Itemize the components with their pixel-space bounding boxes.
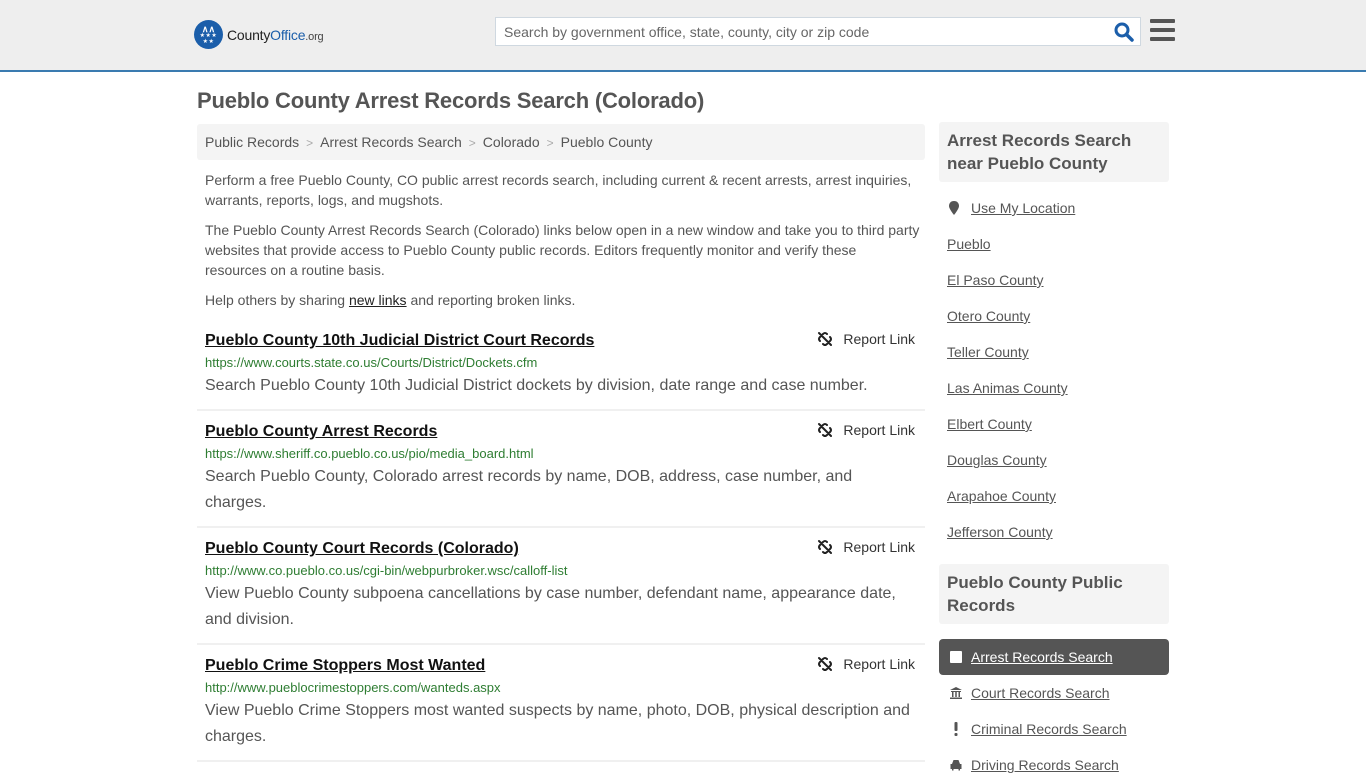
nearby-link-pueblo[interactable]: Pueblo (947, 236, 991, 252)
car-icon (949, 758, 963, 772)
public-records-section: Pueblo County Public Records Arrest Reco… (939, 564, 1169, 783)
nearby-item: El Paso County (947, 262, 1169, 298)
exclamation-icon (949, 721, 963, 737)
intro-text: Perform a free Pueblo County, CO public … (205, 170, 920, 320)
report-link-button[interactable]: Report Link (817, 539, 915, 555)
nearby-link-otero-county[interactable]: Otero County (947, 308, 1030, 324)
public-records-item-driving[interactable]: Driving Records Search (939, 747, 1169, 783)
result-url: http://www.co.pueblo.co.us/cgi-bin/webpu… (205, 563, 568, 578)
page-title: Pueblo County Arrest Records Search (Col… (197, 88, 705, 113)
nearby-link-teller-county[interactable]: Teller County (947, 344, 1029, 360)
breadcrumb-arrest-records-search[interactable]: Arrest Records Search (320, 134, 462, 150)
search-button[interactable] (1114, 22, 1134, 42)
search-icon (1114, 22, 1134, 42)
nearby-item: Las Animas County (947, 370, 1169, 406)
hamburger-menu-button[interactable] (1150, 19, 1175, 42)
result-title-link[interactable]: Pueblo County Court Records (Colorado) (205, 537, 519, 561)
broken-link-icon (818, 332, 833, 346)
nearby-link-douglas-county[interactable]: Douglas County (947, 452, 1047, 468)
breadcrumb: Public Records > Arrest Records Search > Col… (197, 124, 925, 160)
nearby-link-arapahoe-county[interactable]: Arapahoe County (947, 488, 1056, 504)
intro-paragraph: Perform a free Pueblo County, CO public … (205, 172, 912, 208)
result-title-link[interactable]: Pueblo Crime Stoppers Most Wanted (205, 654, 485, 678)
public-records-heading: Pueblo County Public Records (939, 564, 1169, 624)
nearby-item: Teller County (947, 334, 1169, 370)
logo-eagle-icon: ∧∧ ★★★ ★★ (194, 20, 223, 49)
breadcrumb-pueblo-county[interactable]: Pueblo County (561, 134, 653, 150)
menu-bar (1150, 19, 1175, 23)
result-description: View Pueblo Crime Stoppers most wanted s… (205, 702, 910, 745)
breadcrumb-colorado[interactable]: Colorado (483, 134, 540, 150)
sidebar: Arrest Records Search near Pueblo County… (939, 122, 1169, 783)
result-item: Pueblo County Court Records (Colorado) R… (197, 528, 925, 645)
report-link-button[interactable]: Report Link (817, 656, 915, 672)
nearby-item: Jefferson County (947, 514, 1169, 550)
nearby-item: Douglas County (947, 442, 1169, 478)
breadcrumb-public-records[interactable]: Public Records (205, 134, 299, 150)
nearby-item: Elbert County (947, 406, 1169, 442)
result-description: View Pueblo County subpoena cancellation… (205, 585, 896, 628)
result-item: Pueblo Crime Stoppers Most Wanted Report… (197, 645, 925, 762)
result-url: https://www.sheriff.co.pueblo.co.us/pio/… (205, 446, 534, 461)
broken-link-icon (818, 423, 833, 437)
report-link-button[interactable]: Report Link (817, 422, 915, 438)
new-links-link[interactable]: new links (349, 292, 407, 308)
court-records-search-link[interactable]: Court Records Search (971, 685, 1110, 701)
site-header: ∧∧ ★★★ ★★ CountyOffice.org (0, 0, 1366, 72)
result-url: https://www.courts.state.co.us/Courts/Di… (205, 355, 538, 370)
driving-records-search-link[interactable]: Driving Records Search (971, 757, 1119, 773)
criminal-records-search-link[interactable]: Criminal Records Search (971, 721, 1127, 737)
public-records-item-arrest[interactable]: Arrest Records Search (939, 639, 1169, 675)
nearby-link-elbert-county[interactable]: Elbert County (947, 416, 1032, 432)
logo-link[interactable]: ∧∧ ★★★ ★★ CountyOffice.org (194, 20, 324, 49)
logo-text: CountyOffice.org (227, 26, 324, 43)
breadcrumb-separator: > (306, 136, 314, 150)
result-url: http://www.pueblocrimestoppers.com/wante… (205, 680, 501, 695)
public-records-item-criminal[interactable]: Criminal Records Search (939, 711, 1169, 747)
nearby-link-el-paso-county[interactable]: El Paso County (947, 272, 1044, 288)
nearby-link-las-animas-county[interactable]: Las Animas County (947, 380, 1068, 396)
report-link-button[interactable]: Report Link (817, 331, 915, 347)
nearby-item: Otero County (947, 298, 1169, 334)
public-records-item-court[interactable]: Court Records Search (939, 675, 1169, 711)
breadcrumb-separator: > (546, 136, 554, 150)
nearby-link-jefferson-county[interactable]: Jefferson County (947, 524, 1053, 540)
search-input[interactable] (496, 18, 1106, 45)
result-item: Pueblo County 10th Judicial District Cou… (197, 320, 925, 411)
result-description: Search Pueblo County, Colorado arrest re… (205, 468, 853, 511)
result-title-link[interactable]: Pueblo County Arrest Records (205, 420, 437, 444)
menu-bar (1150, 28, 1175, 32)
nearby-item: Pueblo (947, 226, 1169, 262)
broken-link-icon (818, 540, 833, 554)
intro-paragraph: The Pueblo County Arrest Records Search … (205, 222, 920, 278)
arrest-records-search-link[interactable]: Arrest Records Search (971, 649, 1113, 665)
nearby-heading: Arrest Records Search near Pueblo County (939, 122, 1169, 182)
use-location-item: Use My Location (947, 190, 1169, 226)
courthouse-icon (949, 686, 963, 700)
use-my-location-link[interactable]: Use My Location (971, 200, 1075, 216)
results-list: Pueblo County 10th Judicial District Cou… (197, 320, 925, 762)
nearby-item: Arapahoe County (947, 478, 1169, 514)
broken-link-icon (818, 657, 833, 671)
map-marker-icon (949, 201, 959, 215)
nearby-list: Use My Location Pueblo El Paso County Ot… (939, 182, 1169, 550)
result-description: Search Pueblo County 10th Judicial Distr… (205, 377, 868, 394)
result-item: Pueblo County Arrest Records Report Link… (197, 411, 925, 528)
breadcrumb-separator: > (468, 136, 476, 150)
square-icon (949, 651, 963, 663)
intro-paragraph: Help others by sharing new links and rep… (205, 292, 576, 308)
search-box (495, 17, 1141, 46)
result-title-link[interactable]: Pueblo County 10th Judicial District Cou… (205, 329, 594, 353)
public-records-list: Arrest Records Search Court Records Sear… (939, 639, 1169, 783)
menu-bar (1150, 37, 1175, 41)
